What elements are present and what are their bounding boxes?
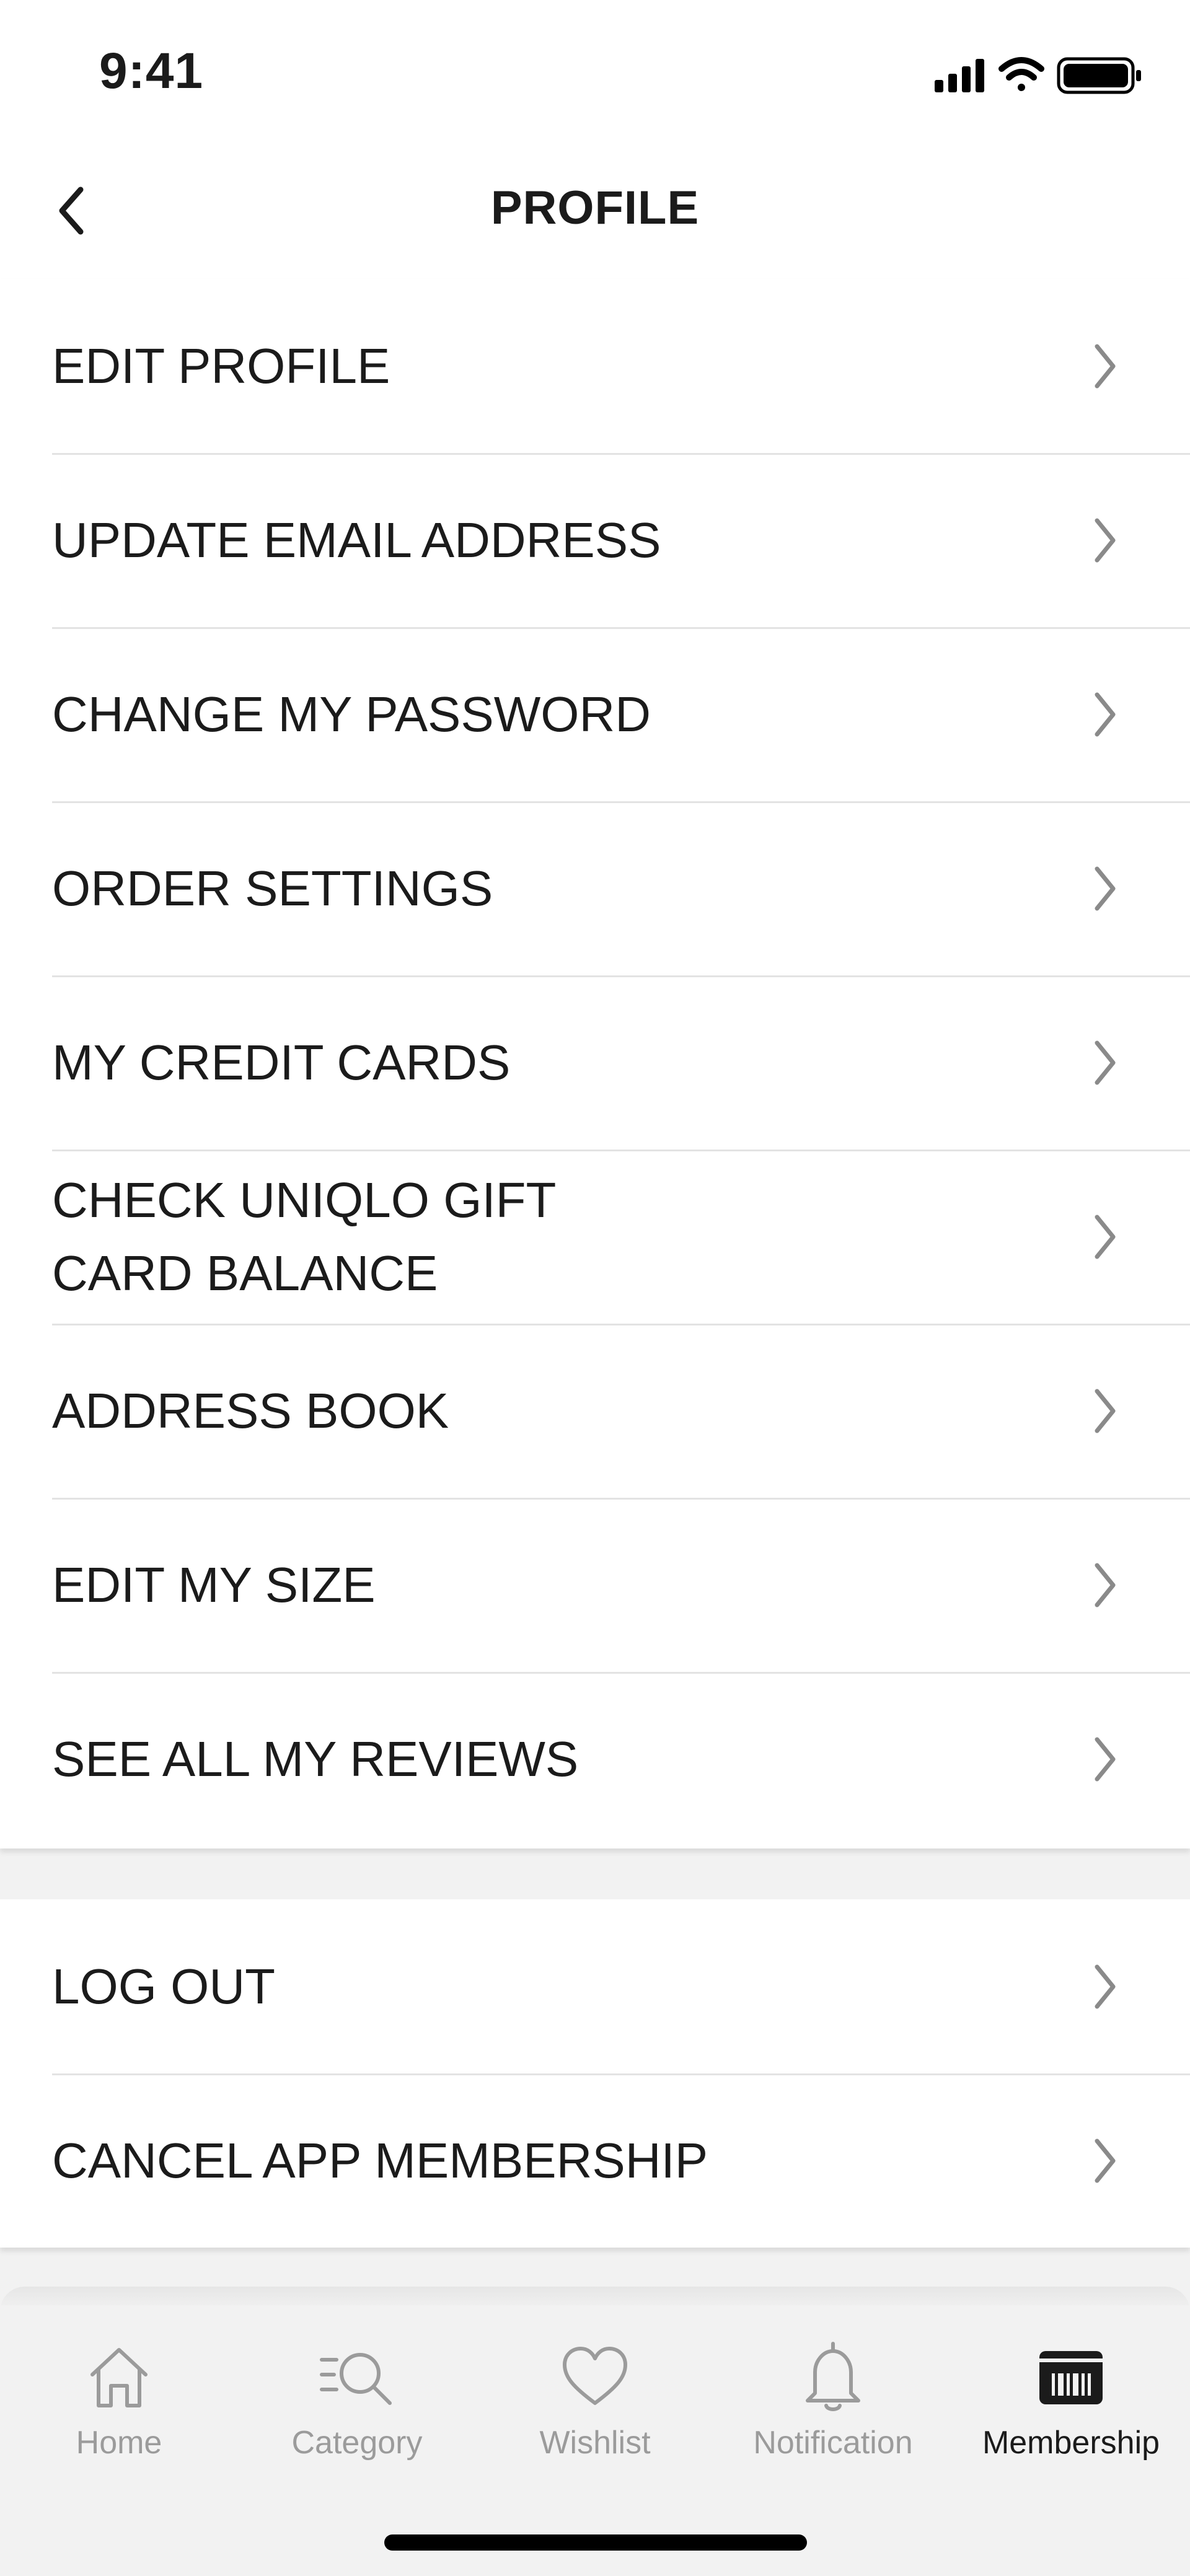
menu-item-log-out[interactable]: LOG OUT	[0, 1899, 1190, 2073]
tab-membership[interactable]: Membership	[952, 2336, 1190, 2485]
chevron-right-icon	[1095, 518, 1116, 562]
tab-label: Wishlist	[539, 2425, 651, 2461]
menu-item-label: EDIT PROFILE	[52, 338, 390, 393]
chevron-right-icon	[1095, 1964, 1116, 2008]
menu-item-label: CANCEL APP MEMBERSHIP	[52, 2132, 708, 2188]
menu-item-see-all-my-reviews[interactable]: SEE ALL MY REVIEWS	[0, 1672, 1190, 1846]
battery-icon	[1057, 57, 1141, 94]
chevron-right-icon	[1095, 1389, 1116, 1433]
chevron-right-icon	[1095, 1563, 1116, 1607]
menu-item-edit-my-size[interactable]: EDIT MY SIZE	[0, 1498, 1190, 1672]
menu-item-label: ADDRESS BOOK	[52, 1383, 449, 1438]
wifi-icon	[998, 57, 1044, 91]
menu-item-update-email-address[interactable]: UPDATE EMAIL ADDRESS	[0, 453, 1190, 627]
profile-menu-group: EDIT PROFILE UPDATE EMAIL ADDRESS CHANGE…	[0, 279, 1190, 1848]
chevron-right-icon	[1095, 1737, 1116, 1781]
heart-icon	[563, 2347, 627, 2405]
menu-item-change-my-password[interactable]: CHANGE MY PASSWORD	[0, 627, 1190, 801]
status-icons	[935, 53, 1145, 96]
membership-card-icon	[1039, 2351, 1103, 2404]
status-time: 9:41	[99, 43, 204, 99]
tab-label: Membership	[982, 2425, 1160, 2461]
chevron-right-icon	[1095, 344, 1116, 388]
page-title: PROFILE	[490, 182, 700, 234]
menu-item-edit-profile[interactable]: EDIT PROFILE	[0, 279, 1190, 453]
tab-category[interactable]: Category	[238, 2336, 476, 2485]
menu-item-label: CHECK UNIQLO GIFT CARD BALANCE	[52, 1172, 555, 1301]
status-bar: 9:41	[0, 0, 1190, 143]
home-icon	[90, 2348, 148, 2407]
home-indicator	[384, 2534, 807, 2551]
menu-item-label: UPDATE EMAIL ADDRESS	[52, 512, 661, 568]
tab-wishlist[interactable]: Wishlist	[476, 2336, 714, 2485]
menu-item-address-book[interactable]: ADDRESS BOOK	[0, 1324, 1190, 1498]
menu-item-label: SEE ALL MY REVIEWS	[52, 1731, 579, 1787]
menu-item-label: EDIT MY SIZE	[52, 1557, 376, 1612]
chevron-right-icon	[1095, 692, 1116, 736]
account-actions-group: LOG OUT CANCEL APP MEMBERSHIP	[0, 1899, 1190, 2248]
menu-item-cancel-app-membership[interactable]: CANCEL APP MEMBERSHIP	[0, 2073, 1190, 2248]
menu-item-label: ORDER SETTINGS	[52, 860, 493, 916]
chevron-right-icon	[1095, 1040, 1116, 1084]
cellular-signal-icon	[935, 59, 984, 92]
menu-item-label: MY CREDIT CARDS	[52, 1034, 511, 1090]
tab-label: Notification	[753, 2425, 913, 2461]
chevron-right-icon	[1095, 866, 1116, 910]
bell-icon	[806, 2342, 860, 2411]
chevron-right-icon	[1095, 2139, 1116, 2183]
menu-item-order-settings[interactable]: ORDER SETTINGS	[0, 801, 1190, 975]
navigation-bar: PROFILE	[0, 143, 1190, 279]
tab-home[interactable]: Home	[0, 2336, 238, 2485]
menu-item-my-credit-cards[interactable]: MY CREDIT CARDS	[0, 975, 1190, 1150]
chevron-right-icon	[1095, 1215, 1116, 1259]
tab-notification[interactable]: Notification	[714, 2336, 952, 2485]
menu-item-label: LOG OUT	[52, 1958, 276, 2014]
menu-item-check-gift-card-balance[interactable]: CHECK UNIQLO GIFT CARD BALANCE	[0, 1150, 1190, 1324]
menu-item-label: CHANGE MY PASSWORD	[52, 686, 651, 742]
tab-label: Home	[76, 2425, 162, 2461]
tab-label: Category	[291, 2425, 423, 2461]
category-search-icon	[320, 2353, 392, 2405]
